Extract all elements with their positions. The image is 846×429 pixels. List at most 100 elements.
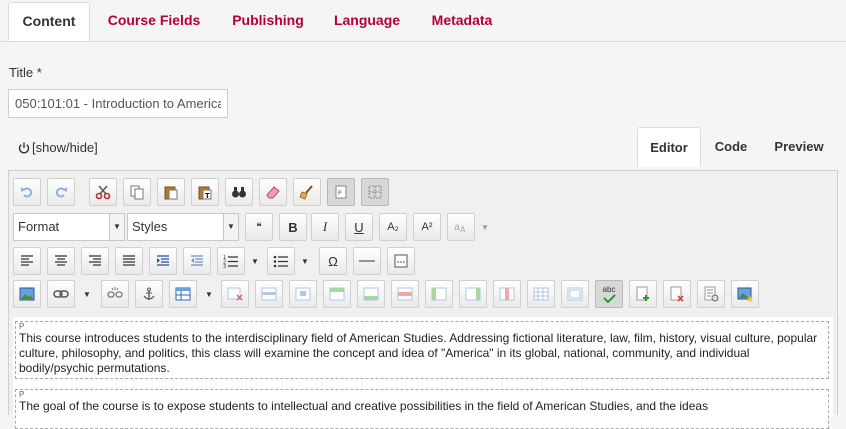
- svg-text:T: T: [205, 192, 210, 200]
- show-borders-button[interactable]: [361, 178, 389, 206]
- split-cells-button[interactable]: [527, 280, 555, 308]
- tab-editor[interactable]: Editor: [637, 127, 701, 167]
- chevron-down-icon[interactable]: ▼: [297, 247, 313, 275]
- bulleted-list-button[interactable]: [267, 247, 295, 275]
- paragraph-block-tag: P: [19, 390, 25, 399]
- page-properties-button[interactable]: [697, 280, 725, 308]
- svg-text:3: 3: [223, 264, 226, 268]
- paste-icon: [164, 186, 178, 200]
- find-button[interactable]: [225, 178, 253, 206]
- image-gallery-button[interactable]: [731, 280, 759, 308]
- redo-button[interactable]: [47, 178, 75, 206]
- broom-icon: [299, 185, 313, 200]
- cleanup-button[interactable]: [293, 178, 321, 206]
- insert-row-after-button[interactable]: [357, 280, 385, 308]
- insert-col-before-button[interactable]: [425, 280, 453, 308]
- delete-table-button[interactable]: [221, 280, 249, 308]
- unlink-button[interactable]: [101, 280, 129, 308]
- align-center-button[interactable]: [47, 247, 75, 275]
- horizontal-rule-icon: [359, 260, 375, 262]
- chevron-down-icon: ▼: [109, 214, 124, 240]
- numbered-list-icon: 123: [223, 255, 238, 268]
- blockquote-button[interactable]: ❝: [245, 213, 273, 241]
- paste-text-button[interactable]: T: [191, 178, 219, 206]
- delete-row-button[interactable]: [391, 280, 419, 308]
- special-character-button[interactable]: Ω: [319, 247, 347, 275]
- paragraph-text: The goal of the course is to expose stud…: [19, 399, 709, 413]
- align-center-icon: [55, 255, 67, 266]
- content-paragraph[interactable]: P This course introduces students to the…: [15, 321, 829, 379]
- subscript-icon: A₂: [387, 221, 399, 233]
- page-break-button[interactable]: [387, 247, 415, 275]
- spellcheck-label: abc: [602, 285, 616, 294]
- chevron-down-icon[interactable]: ▼: [477, 213, 493, 241]
- chevron-down-icon[interactable]: ▼: [201, 280, 217, 308]
- insert-table-button[interactable]: [169, 280, 197, 308]
- anchor-button[interactable]: [135, 280, 163, 308]
- top-tab-bar: Content Course Fields Publishing Languag…: [0, 0, 846, 42]
- align-right-button[interactable]: [81, 247, 109, 275]
- image-icon: [19, 287, 35, 301]
- delete-row-icon: [397, 287, 413, 301]
- show-blocks-button[interactable]: P: [327, 178, 355, 206]
- italic-icon: I: [322, 219, 328, 234]
- link-icon: [53, 290, 69, 298]
- bold-button[interactable]: B: [279, 213, 307, 241]
- remove-template-button[interactable]: [663, 280, 691, 308]
- show-hide-toggle[interactable]: [show/hide]: [18, 140, 98, 155]
- outdent-button[interactable]: [183, 247, 211, 275]
- anchor-icon: [143, 287, 155, 300]
- rich-text-editor: T P Format ▼ Styles ▼ ❝ B I U A₂ A² a A …: [8, 170, 838, 429]
- tab-metadata[interactable]: Metadata: [418, 0, 506, 41]
- remove-format-button[interactable]: [259, 178, 287, 206]
- superscript-button[interactable]: A²: [413, 213, 441, 241]
- paste-button[interactable]: [157, 178, 185, 206]
- table-row-props-button[interactable]: [255, 280, 283, 308]
- justify-button[interactable]: [115, 247, 143, 275]
- cut-button[interactable]: [89, 178, 117, 206]
- subscript-button[interactable]: A₂: [379, 213, 407, 241]
- tab-code[interactable]: Code: [703, 127, 759, 167]
- merge-cells-button[interactable]: [561, 280, 589, 308]
- undo-icon: [21, 187, 33, 198]
- tab-content[interactable]: Content: [8, 2, 90, 41]
- tab-language[interactable]: Language: [324, 0, 410, 41]
- checkmark-icon: [603, 294, 616, 303]
- undo-button[interactable]: [13, 178, 41, 206]
- format-dropdown[interactable]: Format ▼: [13, 213, 125, 241]
- insert-link-button[interactable]: [47, 280, 75, 308]
- insert-col-after-button[interactable]: [459, 280, 487, 308]
- omega-icon: Ω: [328, 253, 338, 269]
- outdent-icon: [191, 255, 203, 266]
- table-cell-props-button[interactable]: [289, 280, 317, 308]
- underline-button[interactable]: U: [345, 213, 373, 241]
- content-paragraph[interactable]: P The goal of the course is to expose st…: [15, 389, 829, 429]
- editor-content-area[interactable]: P This course introduces students to the…: [13, 317, 833, 429]
- horizontal-rule-button[interactable]: [353, 247, 381, 275]
- title-input[interactable]: [8, 89, 228, 118]
- indent-icon: [157, 255, 169, 266]
- insert-row-before-button[interactable]: [323, 280, 351, 308]
- text-color-button[interactable]: aA: [447, 213, 475, 241]
- tab-publishing[interactable]: Publishing: [220, 0, 316, 41]
- italic-button[interactable]: I: [311, 213, 339, 241]
- indent-button[interactable]: [149, 247, 177, 275]
- insert-template-button[interactable]: [629, 280, 657, 308]
- align-left-button[interactable]: [13, 247, 41, 275]
- align-left-icon: [21, 255, 33, 266]
- chevron-down-icon[interactable]: ▼: [247, 247, 263, 275]
- tab-course-fields[interactable]: Course Fields: [96, 0, 212, 41]
- delete-col-button[interactable]: [493, 280, 521, 308]
- redo-icon: [55, 187, 67, 198]
- chevron-down-icon: ▼: [223, 214, 238, 240]
- chevron-down-icon[interactable]: ▼: [79, 280, 95, 308]
- insert-image-button[interactable]: [13, 280, 41, 308]
- tab-preview[interactable]: Preview: [765, 127, 833, 167]
- table-icon: [175, 287, 191, 301]
- copy-button[interactable]: [123, 178, 151, 206]
- spellcheck-button[interactable]: abc: [595, 280, 623, 308]
- binoculars-icon: [232, 187, 246, 198]
- styles-dropdown[interactable]: Styles ▼: [127, 213, 239, 241]
- text-color-icon: aA: [454, 222, 466, 234]
- numbered-list-button[interactable]: 123: [217, 247, 245, 275]
